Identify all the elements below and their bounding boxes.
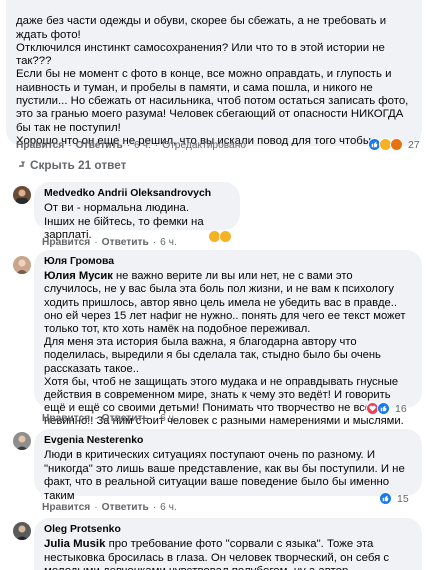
like-link[interactable]: Нравится [42,413,90,424]
reply-text-line: От ви - нормальна людина. [44,202,190,215]
like-reaction-icon [379,492,392,505]
reply-reaction-count: 15 [397,492,409,505]
reply-author[interactable]: Medvedko Andrii Oleksandrovych [44,187,230,200]
like-link[interactable]: Нравится [16,140,64,151]
top-comment-actions: Нравится · Ответить · 6 ч. · Отредактиро… [16,140,247,151]
top-comment-bubble: даже без части одежды и обуви, скорее бы… [6,0,422,146]
reply-bubble: Medvedko Andrii Oleksandrovych От ви - н… [34,182,240,241]
reply-text: Julia Musik про требование фото "сорвали… [44,538,412,570]
avatar[interactable] [13,186,31,204]
reply-link[interactable]: Ответить [102,413,149,424]
reply-text: Люди в критических ситуациях поступают о… [44,449,405,502]
collapse-replies-label: Скрыть 21 ответ [30,158,127,172]
mention-link[interactable]: Юлия Мусик [44,270,113,282]
reply-link[interactable]: Ответить [76,140,123,151]
reply-link[interactable]: Ответить [102,237,149,248]
avatar[interactable] [13,432,31,450]
reply-bubble: Oleg Protsenko Julia Musik про требовани… [34,518,422,570]
like-link[interactable]: Нравится [42,237,90,248]
like-reaction-icon [377,402,390,415]
reply-reaction-count: 16 [395,402,407,415]
reply-author[interactable]: Юля Громова [44,255,412,268]
reply-reactions[interactable]: 16 [366,402,407,415]
reply-reactions[interactable] [208,230,232,243]
top-comment-reaction-count: 27 [408,138,420,151]
comment-time[interactable]: 6 ч. [160,413,177,424]
comment-time[interactable]: 6 ч. [134,140,151,151]
top-comment-text: даже без части одежды и обуви, скорее бы… [16,15,409,146]
collapse-replies-button[interactable]: Скрыть 21 ответ [16,158,126,172]
reply-bubble: Evgenia Nesterenko Люди в критических си… [34,429,422,502]
edited-label: Отредактировано [162,140,247,151]
avatar[interactable] [13,522,31,540]
sad-reaction-icon [219,230,232,243]
reply-author[interactable]: Evgenia Nesterenko [44,434,412,447]
reply-bubble: Юля Громова Юлия Мусик не важно верите л… [34,250,422,427]
collapse-arrow-icon [19,161,25,167]
angry-reaction-icon [390,138,403,151]
comment-time[interactable]: 6 ч. [160,237,177,248]
comment-time[interactable]: 6 ч. [160,502,177,513]
reply-actions: Нравится · Ответить · 6 ч. [42,413,177,424]
like-link[interactable]: Нравится [42,502,90,513]
reply-reactions[interactable]: 15 [379,492,409,505]
avatar[interactable] [13,256,31,274]
reply-actions: Нравится · Ответить · 6 ч. [42,237,177,248]
reply-actions: Нравится · Ответить · 6 ч. [42,502,177,513]
mention-link[interactable]: Julia Musik [44,538,105,550]
reply-text: Юлия Мусик не важно верите ли вы или нет… [44,270,412,336]
top-comment-reactions[interactable]: 27 [368,138,420,151]
reply-author[interactable]: Oleg Protsenko [44,523,412,536]
reply-link[interactable]: Ответить [102,502,149,513]
